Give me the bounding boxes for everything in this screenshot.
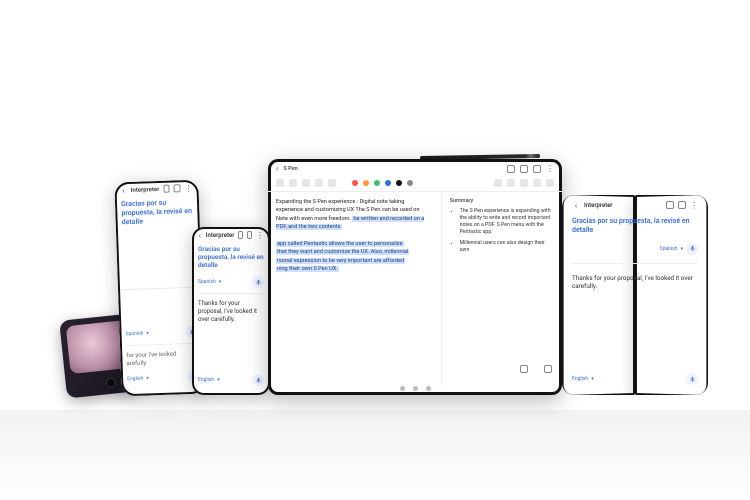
tool-pen[interactable]: [276, 179, 284, 187]
tool-undo[interactable]: [494, 179, 502, 187]
translated-text: Gracias por su propuesta, la revisé en d…: [562, 211, 708, 239]
translated-text: Gracias por su propuesta, la revisé en d…: [115, 194, 200, 231]
share-icon[interactable]: [544, 365, 552, 373]
settings-icon[interactable]: [174, 184, 181, 192]
source-language-label: English: [127, 376, 143, 383]
expand-icon[interactable]: [163, 185, 170, 193]
tool-text[interactable]: [328, 179, 336, 187]
more-icon[interactable]: [690, 201, 698, 209]
color-swatch-orange[interactable]: [363, 180, 369, 186]
summary-item: Millennial users can also design their o…: [460, 240, 554, 254]
mic-button[interactable]: [252, 276, 264, 288]
nav-home[interactable]: [413, 386, 418, 391]
search-icon[interactable]: [520, 165, 528, 173]
divider: [198, 293, 264, 294]
expand-icon[interactable]: [666, 201, 674, 209]
mic-button[interactable]: [686, 243, 698, 255]
nav-recents[interactable]: [400, 386, 405, 391]
tool-ai[interactable]: [533, 179, 541, 187]
color-swatch-green[interactable]: [374, 180, 380, 186]
nav-bar: [268, 386, 562, 391]
source-language[interactable]: English ▾: [127, 375, 149, 382]
note-canvas[interactable]: Expanding the S Pen experience : Digital…: [268, 192, 441, 386]
device-fold-open: Interpreter Gracias por su propuesta, la…: [562, 195, 708, 395]
mic-button[interactable]: [686, 373, 698, 385]
divider: [572, 263, 698, 264]
color-swatch-blue[interactable]: [385, 180, 391, 186]
note-text-highlight: ning their own S Pen UX.: [276, 266, 339, 272]
device-phone: Interpreter Gracias por su propuesta, la…: [192, 227, 270, 395]
expand-icon[interactable]: [238, 231, 243, 239]
settings-icon[interactable]: [247, 231, 252, 239]
target-language[interactable]: Spanish ▾: [126, 331, 150, 338]
editor-toolbar: [268, 176, 562, 192]
app-title: Interpreter: [206, 232, 235, 239]
copy-icon[interactable]: [520, 365, 528, 373]
tool-highlighter[interactable]: [289, 179, 297, 187]
note-text-highlight: rsonal expression to be very important a…: [276, 258, 405, 264]
color-swatch-red[interactable]: [352, 180, 358, 186]
source-language[interactable]: English ▾: [198, 377, 220, 383]
back-icon[interactable]: [120, 186, 126, 194]
color-swatch-gray[interactable]: [407, 180, 413, 186]
back-icon[interactable]: [572, 201, 580, 209]
target-language-label: Spanish: [126, 331, 144, 338]
nav-back[interactable]: [426, 386, 431, 391]
tool-more[interactable]: [546, 179, 554, 187]
tool-redo[interactable]: [507, 179, 515, 187]
source-language-label: English: [572, 376, 588, 382]
original-text: Thanks for your proposal, I've looked it…: [562, 268, 708, 296]
tool-page[interactable]: [520, 179, 528, 187]
document-title: S Pen: [283, 166, 297, 172]
back-icon[interactable]: [198, 231, 202, 239]
summary-item: The S Pen experience is expanding with t…: [460, 208, 554, 236]
note-text-highlight: that they want and customize the UX. Als…: [276, 249, 409, 255]
share-icon[interactable]: [507, 165, 515, 173]
source-language[interactable]: English ▾: [572, 376, 594, 382]
original-text: Thanks for your proposal, I've looked it…: [192, 296, 270, 327]
app-title: Interpreter: [584, 202, 662, 209]
summary-panel: Summary The S Pen experience is expandin…: [441, 192, 562, 386]
device-tablet: S Pen: [268, 159, 562, 395]
summary-heading: Summary: [450, 198, 554, 204]
mic-button[interactable]: [252, 374, 264, 386]
back-icon[interactable]: [276, 164, 278, 173]
more-icon[interactable]: [256, 231, 264, 239]
hinge-line: [118, 287, 202, 291]
target-language[interactable]: Spanish ▾: [660, 243, 698, 255]
add-icon[interactable]: [533, 165, 541, 173]
note-text-highlight: app called Pentastic allows the user to …: [276, 241, 404, 247]
translated-text: Gracias por su propuesta, la revisé en d…: [192, 241, 270, 273]
source-language-label: English: [198, 377, 214, 383]
camera-lens: [105, 377, 116, 388]
color-swatch-black[interactable]: [396, 180, 402, 186]
app-title: Interpreter: [131, 185, 160, 193]
tool-select[interactable]: [315, 179, 323, 187]
settings-icon[interactable]: [678, 201, 686, 209]
more-icon[interactable]: [184, 184, 192, 192]
target-language-label: Spanish: [660, 246, 678, 252]
floor-reflection: [0, 410, 750, 500]
more-icon[interactable]: [546, 164, 554, 173]
target-language[interactable]: Spanish ▾: [198, 279, 221, 285]
tool-eraser[interactable]: [302, 179, 310, 187]
target-language-label: Spanish: [198, 279, 216, 285]
